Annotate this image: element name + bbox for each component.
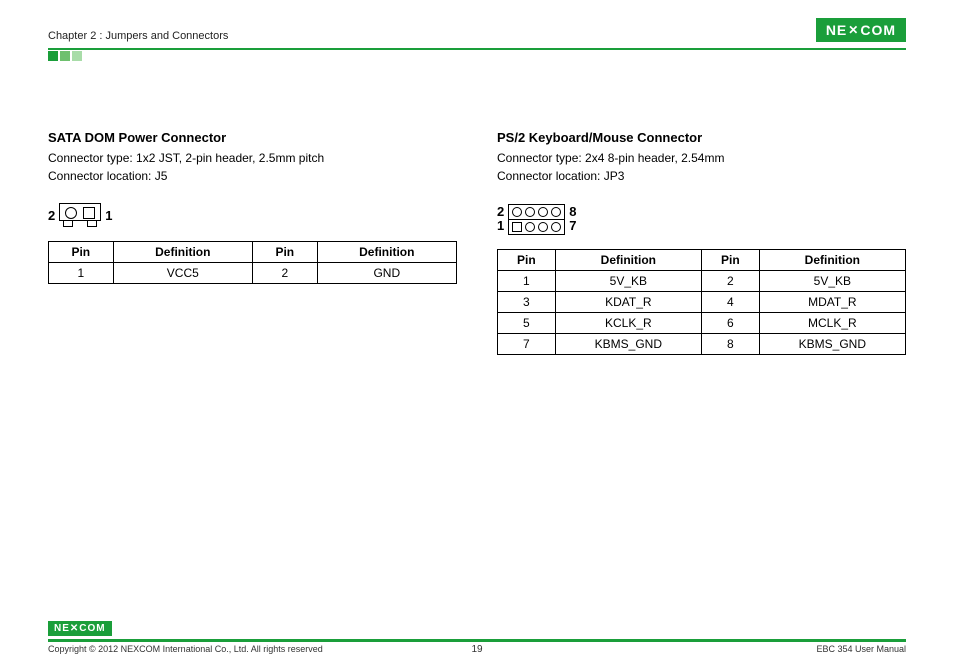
connector-location: Connector location: J5 bbox=[48, 167, 457, 185]
decorative-squares bbox=[48, 48, 84, 66]
footer-logo: NE✕COM bbox=[48, 621, 112, 636]
table-row: 3 KDAT_R 4 MDAT_R bbox=[498, 291, 906, 312]
section-title: PS/2 Keyboard/Mouse Connector bbox=[497, 130, 906, 145]
jst-connector-diagram: 2 1 bbox=[48, 203, 457, 227]
page-content: SATA DOM Power Connector Connector type:… bbox=[48, 130, 906, 355]
connector-type: Connector type: 1x2 JST, 2-pin header, 2… bbox=[48, 149, 457, 167]
header-connector-diagram: 2 1 8 7 bbox=[497, 203, 906, 235]
section-title: SATA DOM Power Connector bbox=[48, 130, 457, 145]
th-definition: Definition bbox=[555, 249, 701, 270]
th-pin: Pin bbox=[498, 249, 556, 270]
table-row: 1 VCC5 2 GND bbox=[49, 263, 457, 284]
copyright-text: Copyright © 2012 NEXCOM International Co… bbox=[48, 644, 323, 654]
connector-location: Connector location: JP3 bbox=[497, 167, 906, 185]
table-row: 1 5V_KB 2 5V_KB bbox=[498, 270, 906, 291]
page-footer: NE✕COM Copyright © 2012 NEXCOM Internati… bbox=[48, 618, 906, 654]
th-pin: Pin bbox=[701, 249, 759, 270]
th-definition: Definition bbox=[113, 242, 252, 263]
sata-dom-section: SATA DOM Power Connector Connector type:… bbox=[48, 130, 457, 355]
th-definition: Definition bbox=[317, 242, 456, 263]
jst-connector-icon bbox=[59, 203, 101, 221]
page-header: Chapter 2 : Jumpers and Connectors NE✕CO… bbox=[48, 18, 906, 50]
header-icon bbox=[508, 204, 565, 235]
pin-label-8: 8 bbox=[569, 205, 576, 219]
table-row: 5 KCLK_R 6 MCLK_R bbox=[498, 312, 906, 333]
pin-label-7: 7 bbox=[569, 219, 576, 233]
th-pin: Pin bbox=[49, 242, 114, 263]
th-definition: Definition bbox=[759, 249, 905, 270]
pin-label-1: 1 bbox=[105, 208, 112, 223]
nexcom-logo: NE✕COM bbox=[816, 18, 906, 42]
manual-name: EBC 354 User Manual bbox=[816, 644, 906, 654]
ps2-pin-table: Pin Definition Pin Definition 1 5V_KB 2 … bbox=[497, 249, 906, 355]
chapter-title: Chapter 2 : Jumpers and Connectors bbox=[48, 30, 228, 42]
ps2-section: PS/2 Keyboard/Mouse Connector Connector … bbox=[497, 130, 906, 355]
connector-type: Connector type: 2x4 8-pin header, 2.54mm bbox=[497, 149, 906, 167]
sata-dom-pin-table: Pin Definition Pin Definition 1 VCC5 2 G… bbox=[48, 241, 457, 284]
pin-label-2: 2 bbox=[48, 208, 55, 223]
table-row: 7 KBMS_GND 8 KBMS_GND bbox=[498, 333, 906, 354]
page-number: 19 bbox=[471, 644, 482, 655]
pin-label-1: 1 bbox=[497, 219, 504, 233]
pin-label-2: 2 bbox=[497, 205, 504, 219]
th-pin: Pin bbox=[252, 242, 317, 263]
